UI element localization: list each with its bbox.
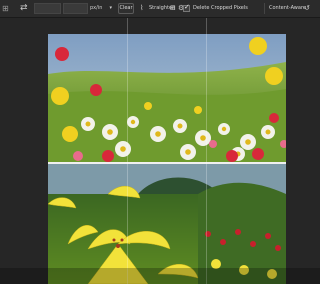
document-image[interactable]	[48, 34, 286, 284]
height-field[interactable]	[63, 3, 88, 14]
chevron-down-icon: ▾	[109, 5, 112, 11]
clear-button[interactable]: Clear	[118, 3, 134, 14]
delete-cropped-pixels-checkbox[interactable]: ✓	[183, 3, 190, 12]
swap-dimensions-icon[interactable]: ⇄	[20, 3, 30, 14]
crop-tool-icon[interactable]: ⊞	[2, 3, 10, 14]
crop-guide-vertical	[206, 18, 207, 284]
crop-options-bar: ⊞ ⇄ px/in ▾ Clear ⌇ Straighten ⊞ ⚙ ✓ Del…	[0, 0, 320, 18]
content-aware-label[interactable]: Content-Aware	[269, 3, 306, 14]
resolution-units-select[interactable]: px/in ▾	[90, 3, 112, 14]
overlay-grid-icon[interactable]: ⊞	[170, 3, 176, 14]
delete-cropped-pixels-label[interactable]: Delete Cropped Pixels	[193, 3, 248, 14]
divider	[264, 3, 265, 14]
flower-collage-image	[48, 34, 286, 284]
check-icon: ✓	[184, 3, 190, 11]
straighten-icon[interactable]: ⌇	[140, 3, 143, 14]
document-canvas[interactable]	[0, 18, 320, 284]
resolution-units-value: px/in	[90, 5, 103, 11]
width-field[interactable]	[34, 3, 61, 14]
reset-icon[interactable]: ↺	[304, 3, 310, 14]
crop-shield	[0, 268, 320, 284]
crop-guide-vertical	[127, 18, 128, 284]
